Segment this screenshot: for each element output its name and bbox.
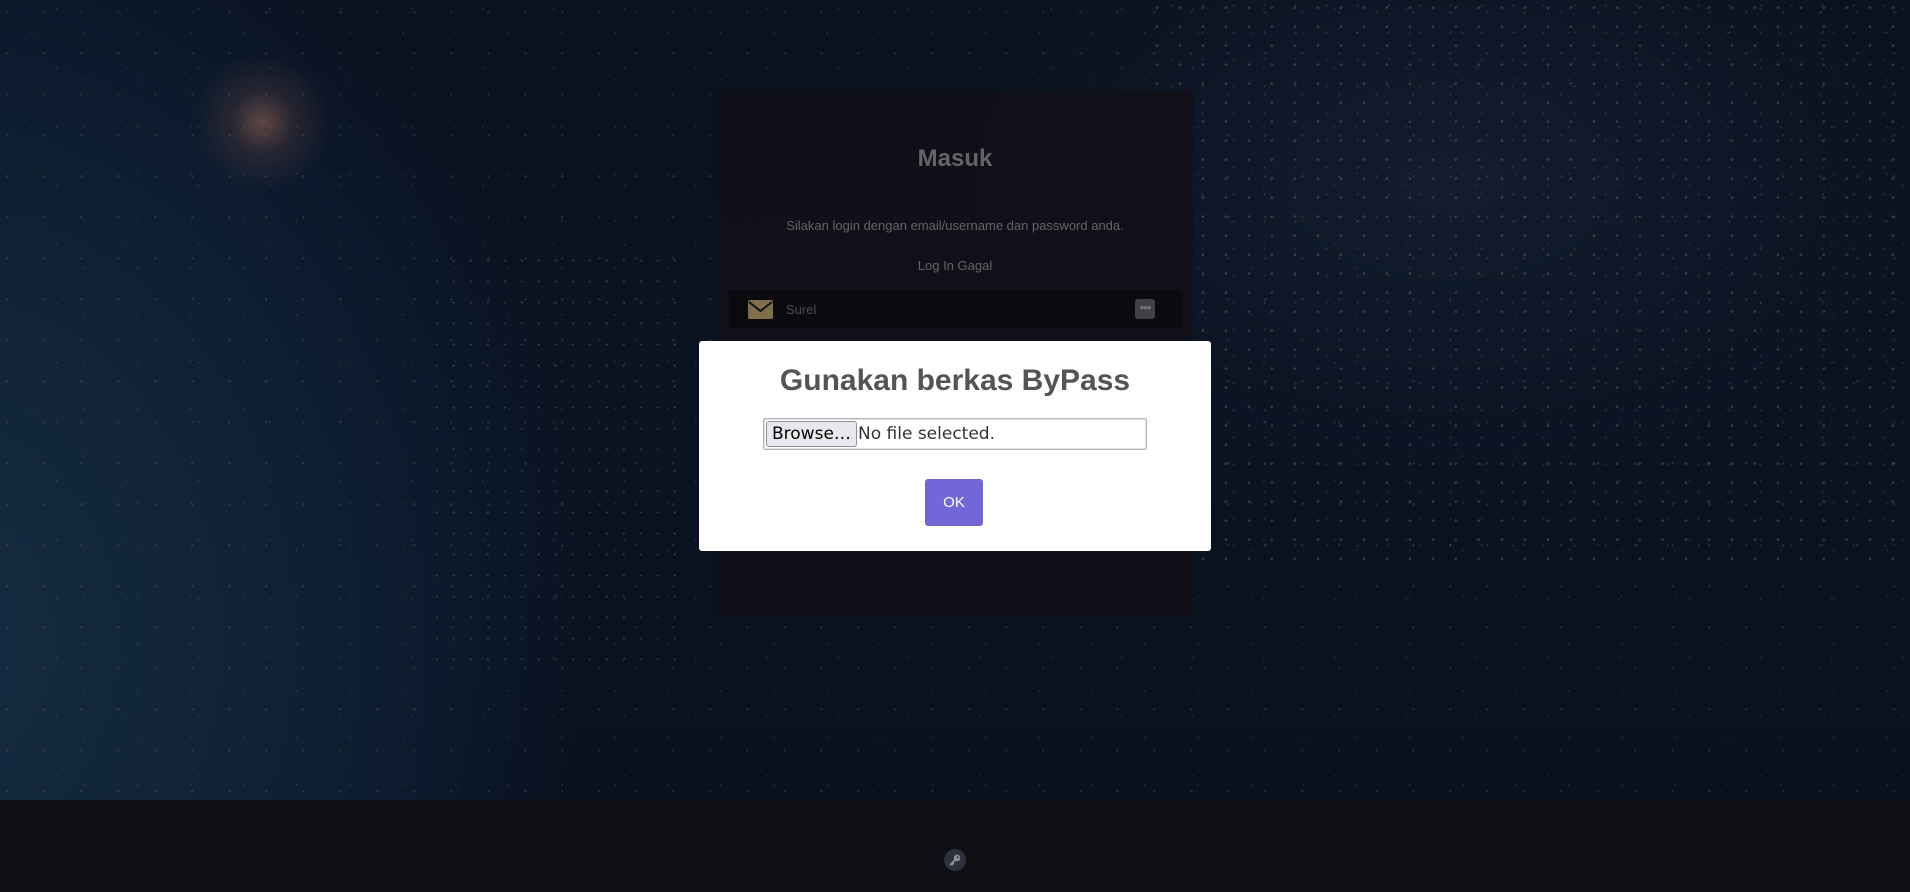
- file-status-text: No file selected.: [858, 424, 995, 444]
- dialog-title: Gunakan berkas ByPass: [779, 364, 1131, 397]
- browse-button[interactable]: Browse…: [766, 421, 857, 447]
- page: Masuk Silakan login dengan email/usernam…: [0, 0, 1910, 892]
- file-input[interactable]: Browse… No file selected.: [763, 418, 1147, 450]
- ok-button[interactable]: OK: [925, 479, 983, 526]
- bypass-dialog: Gunakan berkas ByPass Browse… No file se…: [699, 341, 1211, 551]
